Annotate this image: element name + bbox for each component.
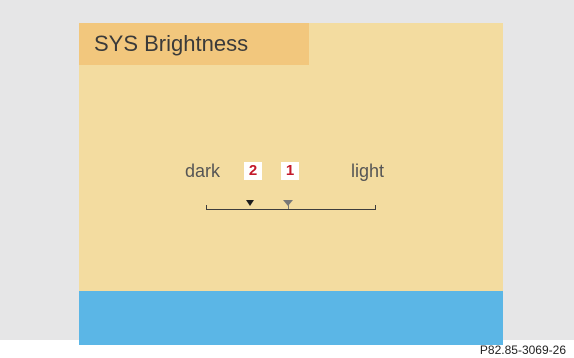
brightness-slider[interactable] bbox=[206, 198, 376, 214]
slider-track-end-dark bbox=[206, 205, 207, 210]
light-label: light bbox=[351, 161, 385, 181]
bottom-status-band bbox=[79, 291, 503, 345]
slider-track-end-light bbox=[375, 205, 376, 210]
previous-level-pointer-stem bbox=[288, 204, 289, 209]
figure-reference-code: P82.85-3069-26 bbox=[479, 343, 566, 357]
figure-frame: SYS Brightness dark light 2 1 P82.85-306… bbox=[0, 0, 574, 357]
title-bar: SYS Brightness bbox=[79, 23, 309, 65]
dark-label: dark bbox=[185, 161, 221, 181]
slider-track bbox=[206, 209, 376, 210]
callout-marker-1: 1 bbox=[281, 162, 299, 180]
current-level-pointer-icon[interactable] bbox=[246, 200, 254, 206]
screen-title: SYS Brightness bbox=[94, 31, 249, 56]
callout-marker-2: 2 bbox=[244, 162, 262, 180]
display-screen: SYS Brightness dark light 2 1 bbox=[79, 23, 503, 345]
